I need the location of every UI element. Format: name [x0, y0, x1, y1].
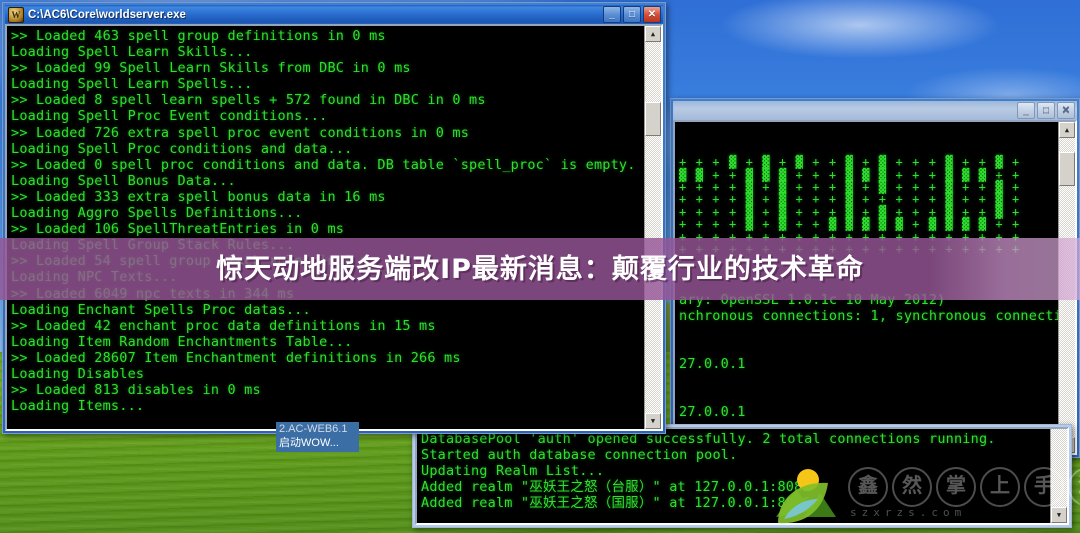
console-line: 27.0.0.1	[679, 356, 746, 372]
console-line: Loading Item Random Enchantments Table..…	[11, 333, 353, 350]
console-line: Loading Disables	[11, 365, 145, 382]
watermark-char: 掌	[936, 467, 976, 507]
watermark-domain: szxrzs.com	[850, 506, 967, 519]
scroll-thumb[interactable]	[1059, 152, 1075, 186]
worldserver-console[interactable]: >> Loaded 463 spell group definitions in…	[7, 26, 644, 429]
console-line: >> Loaded 99 Spell Learn Skills from DBC…	[11, 60, 411, 77]
console-line: Loading Spell Proc Event conditions...	[11, 108, 328, 125]
console-line: Loading Spell Bonus Data...	[11, 172, 236, 189]
watermark-char: 游	[1068, 467, 1080, 507]
watermark-characters: 鑫然掌上手游	[848, 467, 1080, 507]
scroll-down-button[interactable]: ▼	[645, 413, 661, 429]
worldserver-title: C:\AC6\Core\worldserver.exe	[28, 8, 186, 21]
scroll-track-top[interactable]	[645, 42, 661, 102]
console-line: Loading Spell Proc conditions and data..…	[11, 140, 353, 157]
console-line: >> Loaded 333 extra spell bonus data in …	[11, 188, 386, 205]
console-line: Loading Items...	[11, 398, 145, 415]
maximize-button[interactable]: □	[623, 6, 641, 23]
console-line: >> Loaded 726 extra spell proc event con…	[11, 124, 470, 141]
worldserver-titlebar[interactable]: C:\AC6\Core\worldserver.exe _ □ ✕	[5, 5, 663, 24]
worldserver-client-area: >> Loaded 463 spell group definitions in…	[5, 24, 663, 431]
watermark-char: 然	[892, 467, 932, 507]
site-watermark: 鑫然掌上手游 szxrzs.com	[774, 467, 1080, 527]
console-line: >> Loaded 813 disables in 0 ms	[11, 382, 261, 399]
console-line: >> Loaded 42 enchant proc data definitio…	[11, 317, 436, 334]
scroll-up-button[interactable]: ▲	[1059, 122, 1075, 138]
minimize-button[interactable]: _	[603, 6, 621, 23]
launcher-line-1: 2.AC-WEB6.1	[279, 423, 348, 435]
promo-banner-text: 惊天动地服务端改IP最新消息：颠覆行业的技术革命	[216, 253, 864, 285]
worldserver-window-controls: _ □ ✕	[603, 6, 661, 23]
console-line: 27.0.0.1	[679, 404, 746, 421]
close-button[interactable]: ✕	[643, 6, 661, 23]
console-line: >> Loaded 28607 Item Enchantment definit…	[11, 349, 461, 366]
authserver-titlebar[interactable]: _ □ ✕	[673, 101, 1077, 120]
scroll-track-bottom[interactable]	[1059, 186, 1075, 437]
console-line: Started auth database connection pool.	[421, 447, 738, 464]
close-button[interactable]: ✕	[1057, 102, 1075, 119]
watermark-char: 鑫	[848, 467, 888, 507]
console-line: Loading Spell Learn Spells...	[11, 76, 253, 93]
worldserver-scrollbar[interactable]: ▲ ▼	[644, 26, 661, 429]
scroll-thumb[interactable]	[645, 102, 661, 136]
authserver-window-controls: _ □ ✕	[1017, 102, 1075, 119]
scroll-track-top[interactable]	[1059, 138, 1075, 152]
watermark-char: 上	[980, 467, 1020, 507]
worldserver-window[interactable]: C:\AC6\Core\worldserver.exe _ □ ✕ >> Loa…	[2, 2, 666, 434]
console-line: Loading Aggro Spells Definitions...	[11, 205, 303, 222]
worldserver-frame: C:\AC6\Core\worldserver.exe _ □ ✕ >> Loa…	[2, 2, 666, 434]
console-line: >> Loaded 0 spell proc conditions and da…	[11, 156, 636, 173]
console-line: Loading Enchant Spells Proc datas...	[11, 301, 311, 318]
launcher-line-2: 启动WOW...	[279, 437, 339, 449]
authserver-log-lines: ary: OpenSSL 1.0.1c 10 May 2012)nchronou…	[679, 292, 1058, 421]
console-line: >> Loaded 106 SpellThreatEntries in 0 ms	[11, 221, 345, 238]
promo-banner: 惊天动地服务端改IP最新消息：颠覆行业的技术革命	[0, 238, 1080, 300]
wow-launcher-list-item[interactable]: 2.AC-WEB6.1 启动WOW...	[276, 422, 359, 452]
console-line: Loading Spell Learn Skills...	[11, 44, 253, 61]
console-line: >> Loaded 463 spell group definitions in…	[11, 28, 386, 44]
maximize-button[interactable]: □	[1037, 102, 1055, 119]
minimize-button[interactable]: _	[1017, 102, 1035, 119]
leaf-logo-icon	[776, 469, 836, 524]
watermark-char: 手	[1024, 467, 1064, 507]
scroll-up-button[interactable]: ▲	[645, 26, 661, 42]
console-line: >> Loaded 8 spell learn spells + 572 fou…	[11, 92, 486, 109]
wow-app-icon	[8, 6, 24, 23]
console-line: nchronous connections: 1, synchronous co…	[679, 307, 1058, 324]
